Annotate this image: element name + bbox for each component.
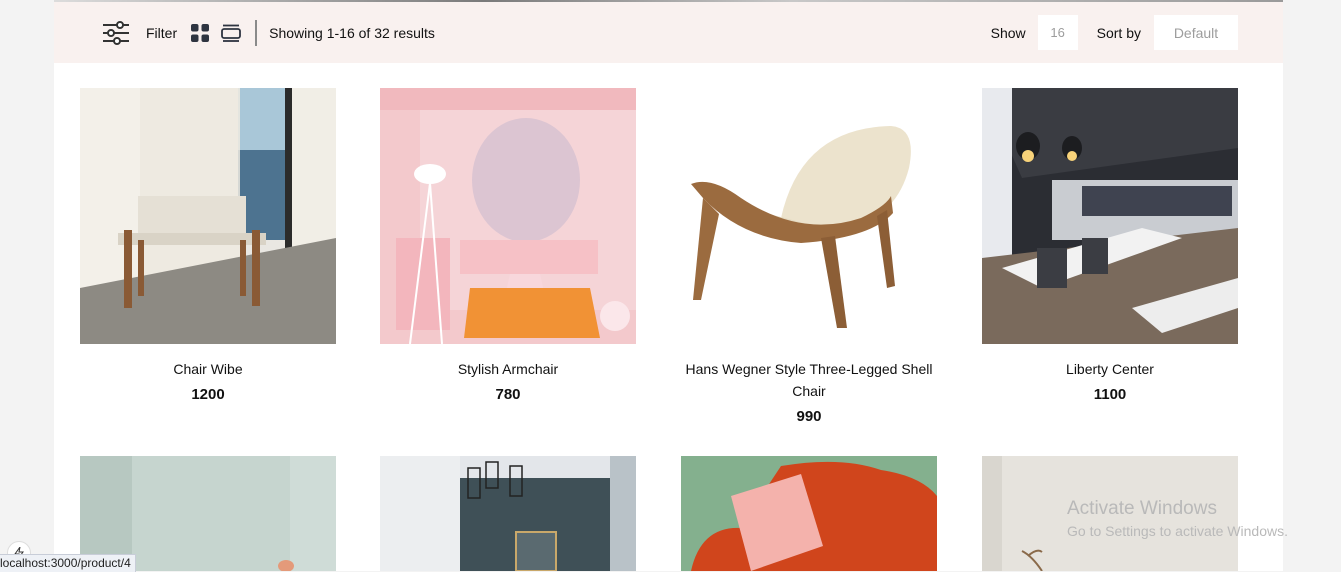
product-name[interactable]: Stylish Armchair — [380, 358, 636, 380]
product-name[interactable]: Chair Wibe — [80, 358, 336, 380]
product-image[interactable] — [80, 88, 336, 344]
product-price: 780 — [495, 386, 521, 403]
sort-select[interactable]: Default — [1154, 15, 1238, 50]
product-card[interactable]: Chair Wibe 1200 — [80, 88, 336, 403]
list-view-icon[interactable] — [221, 24, 242, 42]
toolbar-divider — [255, 20, 258, 46]
show-label: Show — [990, 24, 1026, 41]
grid-view-icon[interactable] — [191, 24, 210, 42]
product-name[interactable]: Hans Wegner Style Three-Legged Shell Cha… — [681, 358, 937, 402]
product-price: 1100 — [1093, 386, 1127, 403]
product-image[interactable] — [681, 456, 937, 571]
product-price: 990 — [796, 408, 822, 425]
product-card[interactable]: Stylish Armchair 780 — [380, 88, 636, 403]
product-image[interactable] — [982, 456, 1238, 571]
sort-label: Sort by — [1096, 24, 1141, 41]
filter-bar: Filter Showing 1-16 of 32 results Show 1… — [54, 2, 1283, 63]
product-card[interactable] — [380, 456, 636, 571]
filter-button[interactable]: Filter — [146, 25, 177, 41]
link-status-bar: localhost:3000/product/4 — [0, 554, 136, 572]
results-count: Showing 1-16 of 32 results — [269, 25, 435, 41]
product-image[interactable] — [380, 456, 636, 571]
product-card[interactable]: Liberty Center 1100 — [982, 88, 1238, 403]
show-count-input[interactable]: 16 — [1037, 15, 1078, 50]
sliders-icon[interactable] — [102, 20, 130, 46]
product-card[interactable] — [681, 456, 937, 571]
product-card[interactable] — [982, 456, 1238, 571]
product-image[interactable] — [681, 88, 937, 344]
product-image[interactable] — [380, 88, 636, 344]
shop-container: Filter Showing 1-16 of 32 results Show 1… — [54, 0, 1283, 571]
product-image[interactable] — [982, 88, 1238, 344]
product-price: 1200 — [191, 386, 225, 403]
product-card[interactable]: Hans Wegner Style Three-Legged Shell Cha… — [681, 88, 937, 425]
product-name[interactable]: Liberty Center — [982, 358, 1238, 380]
